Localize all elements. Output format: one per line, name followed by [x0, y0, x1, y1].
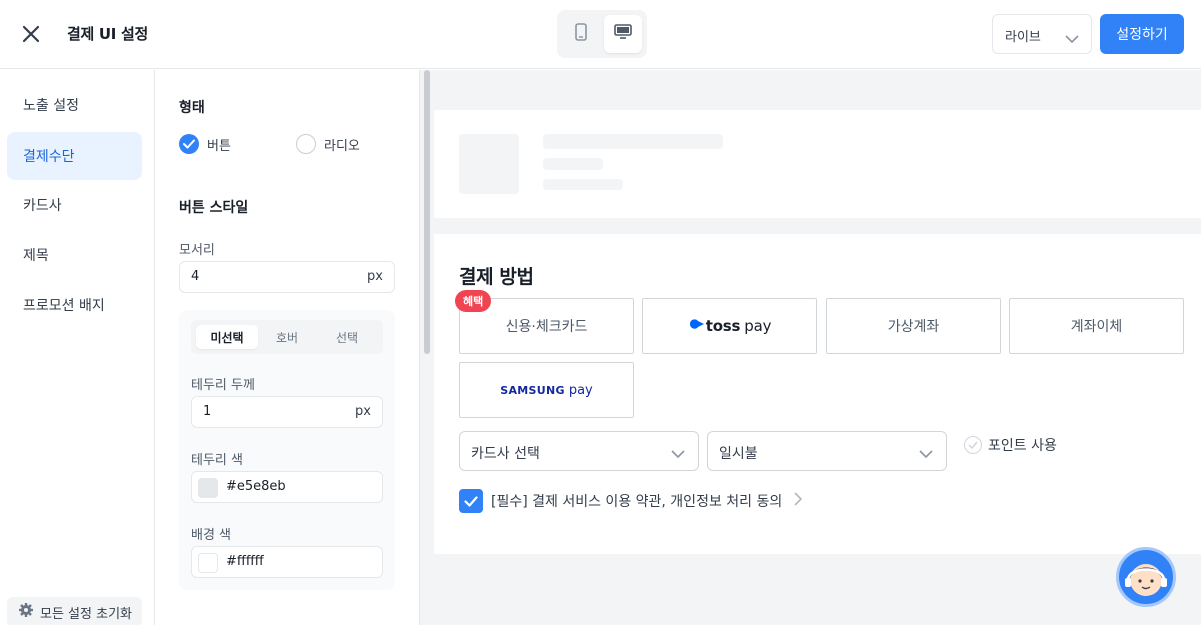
border-color-value: #e5e8eb — [226, 479, 286, 494]
toss-brand-text: toss — [705, 317, 741, 335]
skeleton-line — [543, 158, 603, 170]
chevron-right-icon[interactable] — [794, 492, 803, 510]
corner-radius-unit: px — [367, 269, 383, 284]
payment-title: 결제 방법 — [459, 266, 534, 288]
samsung-pay-text: pay — [568, 382, 593, 398]
terms-agree-checkbox[interactable]: [필수] 결제 서비스 이용 약관, 개인정보 처리 동의 — [459, 489, 803, 513]
sidebar-item-card-company[interactable]: 카드사 — [7, 181, 142, 229]
method-samsungpay-button[interactable]: SAMSUNG pay — [459, 362, 634, 418]
apply-button[interactable]: 설정하기 — [1100, 14, 1184, 54]
reset-all-button[interactable]: 모든 설정 초기화 — [7, 597, 142, 625]
sidebar: 노출 설정 결제수단 카드사 제목 프로모션 배지 모든 설정 초기화 — [0, 70, 155, 625]
chevron-down-icon — [670, 445, 686, 464]
border-color-label: 테두리 색 — [191, 453, 243, 468]
close-icon[interactable] — [19, 22, 43, 46]
method-tosspay-button[interactable]: toss pay — [642, 298, 817, 354]
environment-select[interactable]: 라이브 — [992, 14, 1092, 54]
sidebar-item-title[interactable]: 제목 — [7, 231, 142, 279]
gear-icon — [18, 602, 40, 622]
chevron-down-icon — [918, 445, 934, 464]
reset-all-label: 모든 설정 초기화 — [40, 606, 132, 622]
bg-color-label: 배경 색 — [191, 528, 232, 543]
tab-hover[interactable]: 호버 — [256, 325, 318, 349]
toss-drop-icon — [688, 317, 706, 335]
sidebar-item-promotion-badge[interactable]: 프로모션 배지 — [7, 281, 142, 329]
preview-area: 결제 방법 신용·체크카드 혜택 toss pay 가상계좌 계좌이체 SAMS… — [434, 70, 1201, 625]
shape-option-button[interactable]: 버튼 — [179, 134, 231, 154]
toss-pay-text: pay — [744, 317, 772, 335]
border-width-label: 테두리 두께 — [191, 378, 255, 393]
corner-radius-input[interactable]: 4 px — [179, 261, 395, 293]
border-width-input[interactable]: 1 px — [191, 396, 383, 428]
border-color-swatch[interactable] — [198, 478, 218, 498]
desktop-view-button[interactable] — [604, 15, 642, 53]
installment-select-value: 일시불 — [719, 446, 758, 462]
samsung-brand-text: SAMSUNG — [500, 383, 565, 397]
shape-section-title: 형태 — [179, 100, 205, 116]
tosspay-logo: toss pay — [688, 317, 772, 335]
bg-color-swatch[interactable] — [198, 553, 218, 573]
shape-option-radio[interactable]: 라디오 — [296, 134, 360, 154]
skeleton-product-card — [434, 110, 1201, 218]
bg-color-value: #ffffff — [226, 554, 264, 569]
tab-unselected[interactable]: 미선택 — [196, 325, 258, 349]
support-chat-button[interactable] — [1116, 547, 1176, 607]
environment-select-value: 라이브 — [1005, 30, 1041, 45]
card-company-select-value: 카드사 선택 — [471, 446, 540, 462]
method-card-label: 신용·체크카드 — [505, 319, 588, 335]
sidebar-item-payment-method[interactable]: 결제수단 — [7, 132, 142, 180]
border-width-unit: px — [355, 404, 371, 419]
state-tabs: 미선택 호버 선택 — [191, 320, 383, 354]
tab-selected[interactable]: 선택 — [316, 325, 378, 349]
payment-widget: 결제 방법 신용·체크카드 혜택 toss pay 가상계좌 계좌이체 SAMS… — [434, 234, 1201, 554]
point-use-checkbox[interactable]: 포인트 사용 — [964, 435, 1057, 455]
skeleton-line — [543, 179, 623, 190]
card-company-select[interactable]: 카드사 선택 — [459, 431, 699, 471]
benefit-badge: 혜택 — [455, 290, 492, 312]
skeleton-line — [543, 134, 723, 149]
check-circle-icon — [964, 436, 982, 454]
skeleton-thumbnail — [459, 134, 519, 194]
settings-panel: 형태 버튼 라디오 버튼 스타일 모서리 4 px 미선택 호버 선택 테두리 … — [155, 70, 420, 625]
panel-scrollbar-thumb[interactable] — [424, 70, 430, 354]
samsungpay-logo: SAMSUNG pay — [500, 383, 593, 398]
installment-select[interactable]: 일시불 — [707, 431, 947, 471]
chevron-down-icon — [1065, 29, 1079, 48]
shape-option-button-label: 버튼 — [207, 138, 231, 154]
method-transfer-label: 계좌이체 — [1070, 319, 1123, 335]
border-width-value: 1 — [203, 404, 212, 419]
shape-option-radio-label: 라디오 — [324, 138, 360, 154]
bg-color-input[interactable]: #ffffff — [191, 546, 383, 578]
state-style-box: 미선택 호버 선택 테두리 두께 1 px 테두리 색 #e5e8eb 배경 색… — [179, 310, 395, 590]
border-color-input[interactable]: #e5e8eb — [191, 471, 383, 503]
mobile-icon — [574, 23, 588, 45]
terms-agree-label: [필수] 결제 서비스 이용 약관, 개인정보 처리 동의 — [491, 494, 783, 510]
corner-label: 모서리 — [179, 243, 215, 258]
radio-checked-icon — [179, 134, 199, 154]
desktop-icon — [614, 24, 632, 44]
sidebar-item-display[interactable]: 노출 설정 — [7, 81, 142, 129]
top-header: 결제 UI 설정 라이브 설정하기 — [0, 0, 1201, 69]
point-use-label: 포인트 사용 — [988, 438, 1057, 454]
page-title: 결제 UI 설정 — [67, 25, 149, 43]
checkbox-checked-icon — [459, 489, 483, 513]
radio-unchecked-icon — [296, 134, 316, 154]
corner-radius-value: 4 — [191, 269, 200, 284]
button-style-section-title: 버튼 스타일 — [179, 200, 249, 216]
method-virtual-account-label: 가상계좌 — [887, 319, 940, 335]
device-toggle — [557, 10, 647, 58]
mobile-view-button[interactable] — [562, 15, 600, 53]
method-virtual-account-button[interactable]: 가상계좌 — [826, 298, 1001, 354]
method-transfer-button[interactable]: 계좌이체 — [1009, 298, 1184, 354]
